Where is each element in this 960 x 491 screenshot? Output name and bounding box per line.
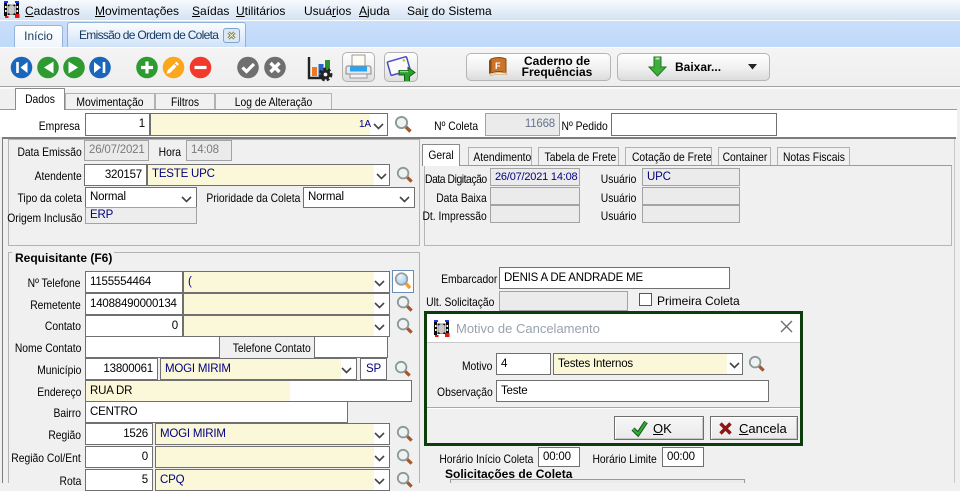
svg-text:F: F (495, 61, 501, 71)
